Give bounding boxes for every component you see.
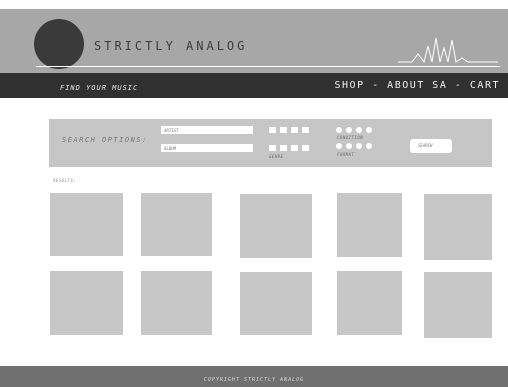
search-button[interactable]: SEARCH bbox=[410, 139, 452, 153]
result-card[interactable] bbox=[50, 271, 123, 335]
genre-checkbox[interactable] bbox=[302, 127, 309, 133]
format-radio[interactable] bbox=[336, 143, 342, 149]
album-input[interactable] bbox=[161, 144, 253, 152]
genre-checkbox[interactable] bbox=[280, 145, 287, 151]
nav-separator: - bbox=[447, 80, 470, 91]
format-label: FORMAT bbox=[337, 152, 355, 157]
result-card[interactable] bbox=[240, 272, 312, 335]
search-options-label: SEARCH OPTIONS: bbox=[62, 136, 148, 144]
condition-label: CONDITION bbox=[337, 135, 364, 140]
condition-radio[interactable] bbox=[356, 127, 362, 133]
result-card[interactable] bbox=[337, 271, 402, 335]
result-card[interactable] bbox=[424, 272, 492, 338]
artist-input[interactable] bbox=[161, 126, 253, 134]
genre-checkbox[interactable] bbox=[269, 127, 276, 133]
nav-separator: - bbox=[364, 80, 388, 91]
nav-link-about[interactable]: ABOUT SA bbox=[387, 80, 447, 91]
condition-radio[interactable] bbox=[366, 127, 372, 133]
footer-copyright: COPYRIGHT STRICTLY ANALOG bbox=[203, 377, 305, 383]
genre-label: GENRE bbox=[269, 154, 284, 159]
condition-radio[interactable] bbox=[346, 127, 352, 133]
brand-name[interactable]: STRICTLY ANALOG bbox=[94, 39, 247, 53]
genre-checkbox[interactable] bbox=[269, 145, 276, 151]
format-radio[interactable] bbox=[366, 143, 372, 149]
logo-circle-icon[interactable] bbox=[34, 19, 84, 69]
results-label: RESULTS: bbox=[53, 178, 77, 183]
result-card[interactable] bbox=[240, 194, 312, 258]
condition-radio[interactable] bbox=[336, 127, 342, 133]
nav-link-shop[interactable]: SHOP bbox=[335, 80, 365, 91]
nav-link-cart[interactable]: CART bbox=[470, 80, 500, 91]
result-card[interactable] bbox=[50, 193, 123, 256]
nav-links: SHOP - ABOUT SA - CART bbox=[335, 80, 500, 91]
format-radio[interactable] bbox=[356, 143, 362, 149]
header-divider bbox=[36, 66, 500, 67]
result-card[interactable] bbox=[141, 271, 212, 335]
genre-checkbox[interactable] bbox=[280, 127, 287, 133]
sound-wave-icon bbox=[398, 37, 498, 64]
format-radio[interactable] bbox=[346, 143, 352, 149]
tagline: FIND YOUR MUSIC bbox=[60, 84, 139, 92]
genre-checkbox[interactable] bbox=[302, 145, 309, 151]
genre-checkbox[interactable] bbox=[291, 145, 298, 151]
result-card[interactable] bbox=[141, 193, 212, 256]
result-card[interactable] bbox=[337, 193, 402, 257]
genre-checkbox[interactable] bbox=[291, 127, 298, 133]
result-card[interactable] bbox=[424, 194, 492, 260]
